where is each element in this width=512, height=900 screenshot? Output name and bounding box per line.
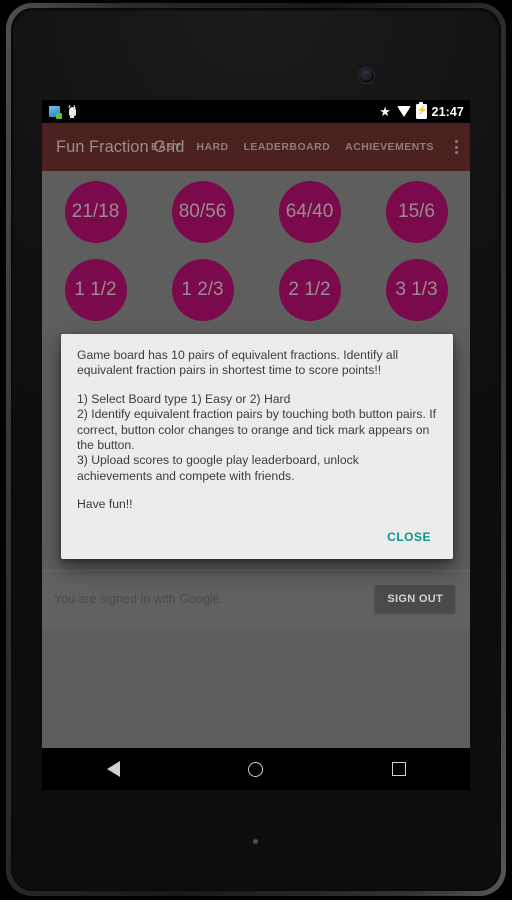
dialog-actions: CLOSE: [61, 515, 453, 559]
sign-in-bar: You are signed in with Google. SIGN OUT: [42, 570, 470, 627]
status-bar-clock: 21:47: [431, 104, 464, 119]
home-circle-icon: [248, 761, 264, 777]
menu-item-easy[interactable]: EASY: [151, 141, 181, 153]
fraction-button[interactable]: 1 1/2: [64, 259, 127, 321]
battery-charging-icon: ⚡: [415, 102, 428, 119]
navigation-bar: [42, 748, 470, 790]
dialog-step-2: 2) Identify equivalent fraction pairs by…: [77, 407, 437, 453]
info-dialog: Game board has 10 pairs of equivalent fr…: [61, 334, 453, 559]
menu-item-hard[interactable]: HARD: [196, 141, 228, 153]
fraction-row: 21/18 80/56 64/40 15/6: [42, 181, 470, 243]
nav-back-button[interactable]: [90, 748, 136, 790]
nav-recents-button[interactable]: [376, 748, 422, 790]
camera-lens: [364, 73, 369, 78]
nav-home-button[interactable]: [233, 748, 279, 790]
dialog-paragraph-intro: Game board has 10 pairs of equivalent fr…: [77, 348, 399, 378]
fraction-button[interactable]: 80/56: [171, 181, 234, 243]
sign-out-button[interactable]: SIGN OUT: [375, 585, 455, 613]
dialog-step-1: 1) Select Board type 1) Easy or 2) Hard: [77, 391, 291, 406]
dialog-message-body: Game board has 10 pairs of equivalent fr…: [61, 334, 453, 515]
app-update-icon: [49, 106, 62, 119]
battery-bolt-icon: ⚡: [416, 105, 428, 115]
fraction-row: 1 1/2 1 2/3 2 1/2 3 1/3: [42, 259, 470, 321]
recents-square-icon: [391, 762, 406, 776]
back-triangle-icon: [106, 761, 120, 777]
overflow-menu-icon[interactable]: [449, 136, 461, 158]
star-icon: ★: [379, 104, 391, 119]
menu-item-leaderboard[interactable]: LEADERBOARD: [244, 141, 331, 153]
sign-in-status-text: You are signed in with Google.: [54, 592, 224, 606]
fraction-button[interactable]: 3 1/3: [385, 259, 448, 321]
device-frame: ★ ⚡ 21:47 Fun Fraction Grid EASY HARD LE…: [0, 0, 512, 900]
menu-item-achievements[interactable]: ACHIEVEMENTS: [345, 141, 434, 153]
close-button[interactable]: CLOSE: [383, 524, 435, 550]
fraction-button[interactable]: 2 1/2: [278, 259, 341, 321]
fraction-button[interactable]: 21/18: [64, 181, 127, 243]
device-screen: ★ ⚡ 21:47 Fun Fraction Grid EASY HARD LE…: [42, 100, 470, 790]
camera-icon: [359, 68, 374, 83]
wifi-icon: [396, 106, 411, 117]
fraction-button[interactable]: 64/40: [278, 181, 341, 243]
status-bar: ★ ⚡ 21:47: [42, 100, 470, 123]
status-bar-right-icons: ★ ⚡ 21:47: [379, 100, 464, 123]
notification-led: [253, 839, 258, 844]
app-bar: Fun Fraction Grid EASY HARD LEADERBOARD …: [42, 123, 470, 171]
fraction-button[interactable]: 1 2/3: [171, 259, 234, 321]
dialog-paragraph-outro: Have fun!!: [77, 497, 133, 512]
status-bar-left-icons: [49, 100, 77, 123]
fraction-button[interactable]: 15/6: [385, 181, 448, 243]
android-debug-icon: [67, 104, 77, 118]
dialog-step-3: 3) Upload scores to google play leaderbo…: [77, 453, 359, 483]
app-bar-menu: EASY HARD LEADERBOARD ACHIEVEMENTS: [151, 123, 461, 171]
